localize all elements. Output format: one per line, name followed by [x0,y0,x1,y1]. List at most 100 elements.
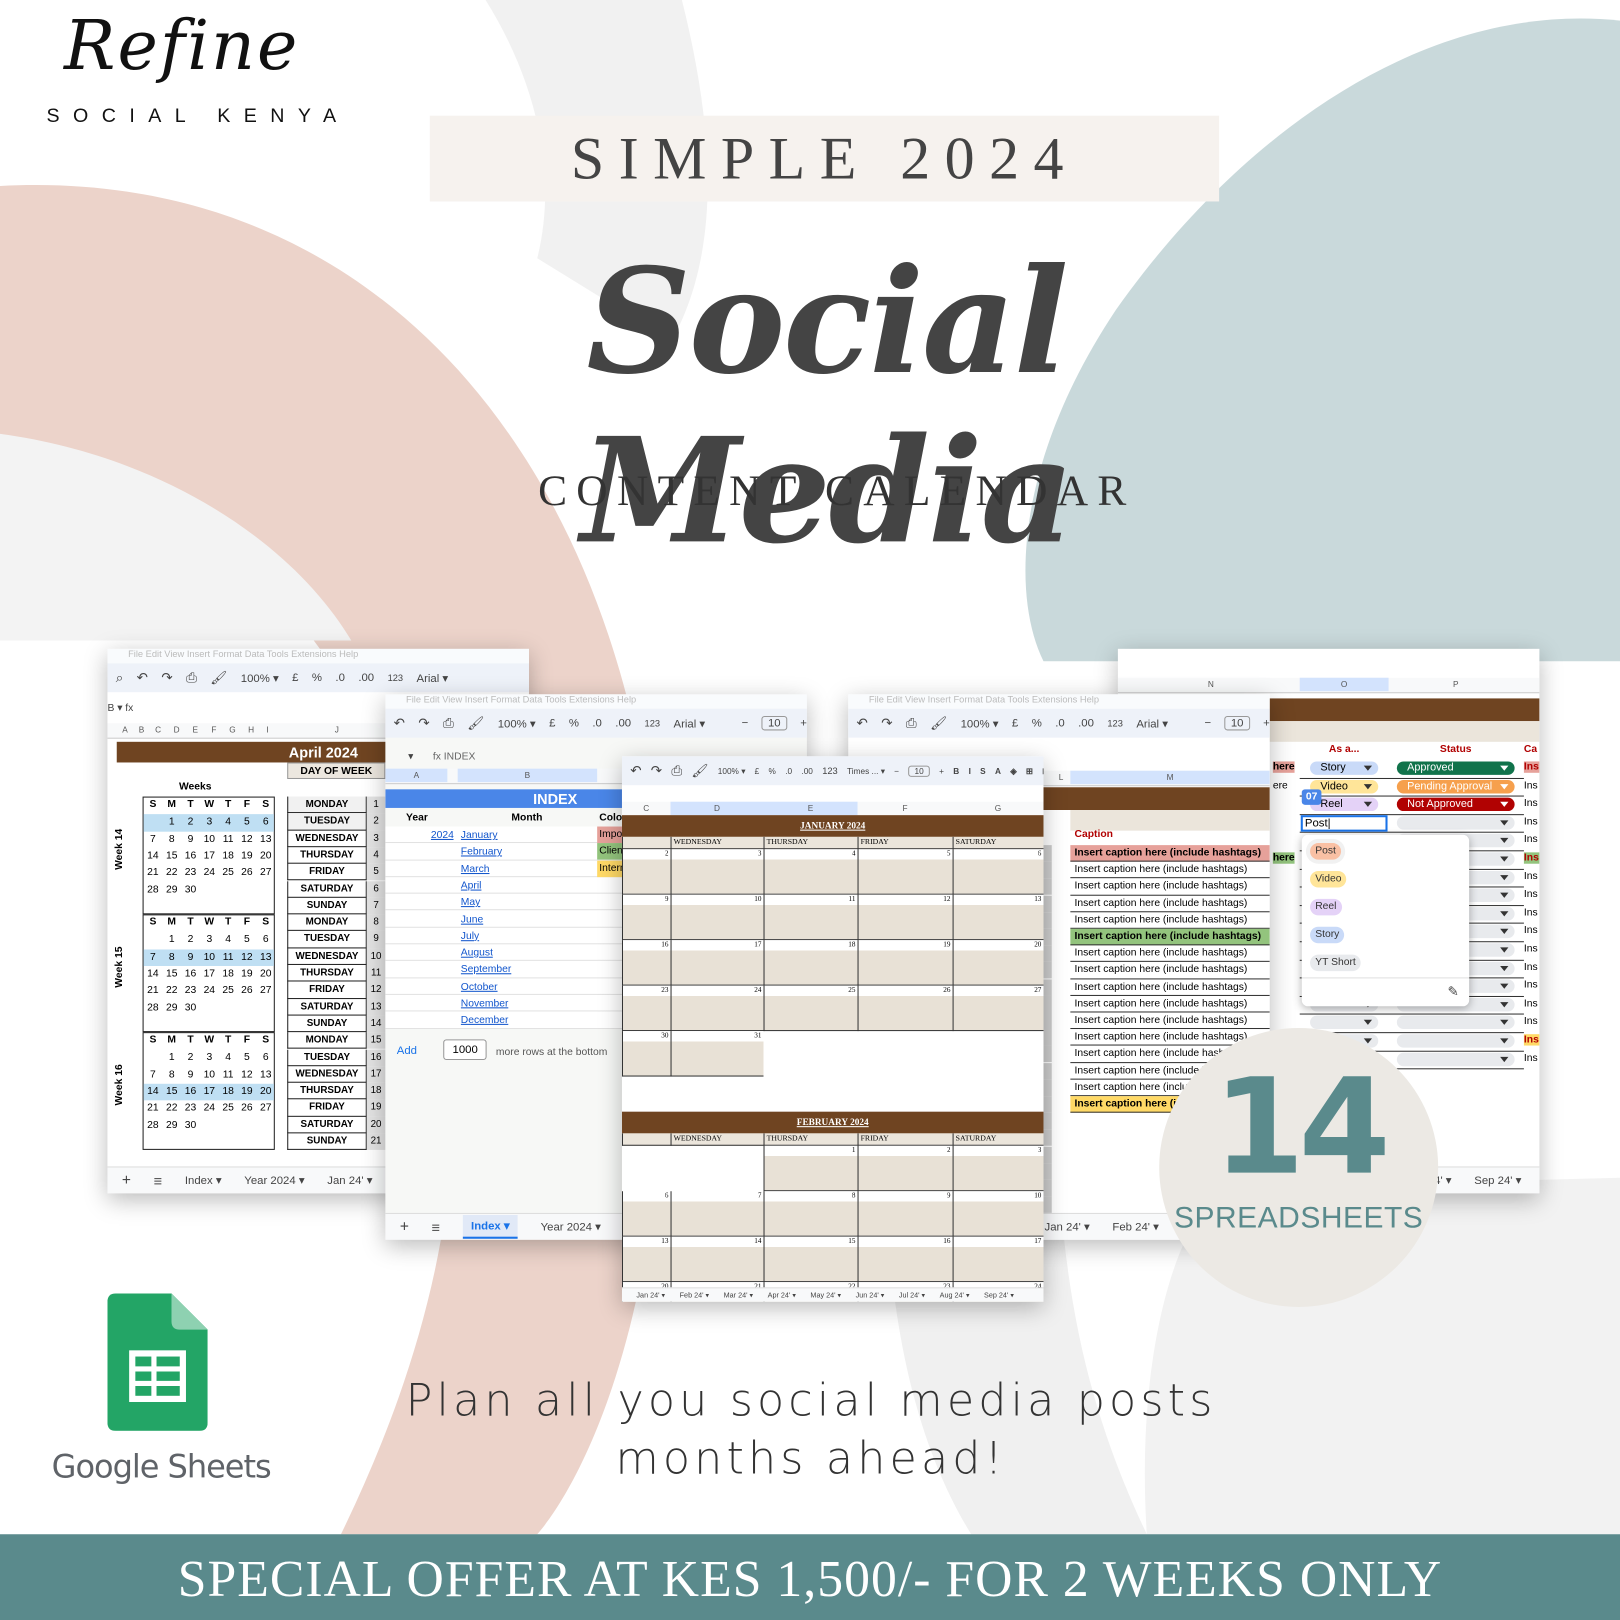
calendar-day-cell[interactable]: 26 [857,985,953,1032]
calendar-date[interactable]: 26 [238,1103,257,1114]
month-link[interactable]: July [461,931,479,942]
calendar-day-cell[interactable]: 9 [621,894,671,941]
column-header[interactable]: O [1299,677,1389,692]
column-header[interactable]: F [858,804,953,813]
calendar-day-cell[interactable]: 5 [857,849,953,895]
undo-icon[interactable]: ↶ [137,669,148,686]
month-link[interactable]: August [461,948,493,959]
calendar-date[interactable]: 24 [200,1103,219,1114]
currency-button[interactable]: £ [1012,717,1018,729]
calendar-day-cell[interactable]: 2 [857,1145,953,1192]
add-rows-button[interactable]: Add [397,1045,417,1057]
column-header[interactable]: D [167,725,186,734]
dropdown-option[interactable]: Video [1310,870,1347,888]
calendar-day-cell[interactable]: 17 [952,1236,1044,1283]
calendar-day-cell[interactable]: 11 [763,894,858,941]
print-icon[interactable]: ⎙ [186,669,197,686]
sheet-tab[interactable]: Index ▾ [185,1174,222,1187]
month-link[interactable]: March [461,863,490,874]
calendar-date[interactable]: 6 [256,1052,275,1063]
calendar-date[interactable]: 22 [162,985,181,996]
undo-icon[interactable]: ↶ [630,762,641,779]
calendar-day-cell[interactable]: 30 [621,1031,671,1077]
month-link[interactable]: November [461,998,509,1009]
increase-decimal-button[interactable]: .00 [1078,717,1094,729]
zoom-select[interactable]: 100% ▾ [961,716,999,730]
font-size-decrease[interactable]: − [742,717,749,729]
caption-cell[interactable]: Insert caption here (include hashtags) [1070,862,1270,879]
status-dropdown-chip[interactable]: Approved [1396,761,1515,775]
dropdown-option[interactable]: Reel [1310,898,1342,916]
column-header[interactable]: A [116,725,135,734]
calendar-date[interactable]: 13 [256,833,275,844]
currency-button[interactable]: £ [549,717,555,729]
font-size-input[interactable]: 10 [1224,715,1250,731]
calendar-day-cell[interactable]: 10 [952,1191,1044,1237]
calendar-date[interactable]: 8 [162,833,181,844]
calendar-date[interactable]: 4 [219,817,238,828]
caption-cell[interactable]: Insert caption here (include hashtags) [1070,996,1270,1013]
calendar-date[interactable]: 22 [162,1103,181,1114]
sheet-tab[interactable]: Year 2024 ▾ [541,1220,601,1233]
column-header[interactable]: E [186,725,205,734]
column-header[interactable]: A [385,768,448,783]
calendar-date[interactable]: 25 [219,867,238,878]
calendar-date[interactable]: 15 [162,850,181,861]
calendar-date[interactable]: 11 [219,951,238,962]
caption-cell[interactable]: Insert caption here (include hashtags) [1070,879,1270,896]
calendar-date[interactable]: 21 [144,867,163,878]
calendar-date[interactable]: 15 [162,968,181,979]
caption-cell-partial[interactable]: Ins [1524,1052,1539,1063]
sheet-tab[interactable]: Feb 24' ▾ [680,1291,710,1299]
calendar-day-cell[interactable]: 3 [670,849,764,895]
sheet-tab[interactable]: Sep 24' ▾ [1474,1174,1521,1187]
calendar-date[interactable]: 22 [162,867,181,878]
undo-icon[interactable]: ↶ [856,715,867,732]
calendar-day-cell[interactable]: 6 [621,1191,671,1237]
calendar-date[interactable]: 27 [256,1103,275,1114]
decrease-decimal-button[interactable]: .0 [335,672,344,684]
calendar-day-cell[interactable]: 2 [621,849,671,895]
zoom-select[interactable]: 100% ▾ [498,716,536,730]
caption-cell-partial[interactable]: Ins [1524,1016,1539,1027]
paint-format-icon[interactable]: 🖌 [930,715,947,732]
caption-cell-partial[interactable]: Ins [1524,943,1539,954]
calendar-day-cell[interactable]: 3 [952,1145,1044,1192]
number-format-button[interactable]: 123 [1107,718,1123,728]
column-header[interactable]: B [134,725,148,734]
calendar-day-cell[interactable]: 13 [952,894,1044,941]
calendar-date[interactable]: 23 [181,867,200,878]
menu-bar[interactable]: File Edit View Insert Format Data Tools … [848,694,1270,709]
sheet-tab[interactable]: Year 2024 ▾ [244,1174,304,1187]
column-header[interactable]: H [242,725,261,734]
calendar-day-cell[interactable]: 7 [670,1191,764,1237]
calendar-date[interactable]: 28 [144,1002,163,1013]
calendar-date[interactable]: 29 [162,1002,181,1013]
caption-cell-partial[interactable]: Ins [1524,980,1539,991]
menu-bar[interactable]: File Edit View Insert Format Data Tools … [385,694,807,709]
font-select[interactable]: Times ... ▾ [847,766,885,775]
calendar-date[interactable]: 21 [144,1103,163,1114]
calendar-day-cell[interactable]: 25 [763,985,858,1032]
currency-button[interactable]: £ [292,672,298,684]
font-size-input[interactable]: 10 [761,715,787,731]
calendar-date[interactable]: 2 [181,934,200,945]
increase-decimal-button[interactable]: .00 [358,672,374,684]
calendar-date[interactable]: 5 [238,1052,257,1063]
calendar-day-cell[interactable]: 8 [763,1191,858,1237]
percent-button[interactable]: % [1032,717,1042,729]
calendar-day-cell[interactable]: 4 [763,849,858,895]
calendar-date[interactable]: 17 [200,968,219,979]
type-dropdown-chip[interactable]: Story [1310,761,1379,775]
print-icon[interactable]: ⎙ [671,762,682,779]
column-header[interactable]: G [223,725,242,734]
calendar-date[interactable]: 2 [181,1052,200,1063]
calendar-date[interactable]: 19 [238,850,257,861]
calendar-date[interactable]: 26 [238,985,257,996]
calendar-date[interactable]: 23 [181,985,200,996]
calendar-date[interactable]: 27 [256,867,275,878]
calendar-day-cell[interactable]: 20 [952,940,1044,986]
calendar-date[interactable]: 26 [238,867,257,878]
undo-icon[interactable]: ↶ [394,715,405,732]
status-dropdown-chip[interactable]: Not Approved [1396,797,1515,812]
